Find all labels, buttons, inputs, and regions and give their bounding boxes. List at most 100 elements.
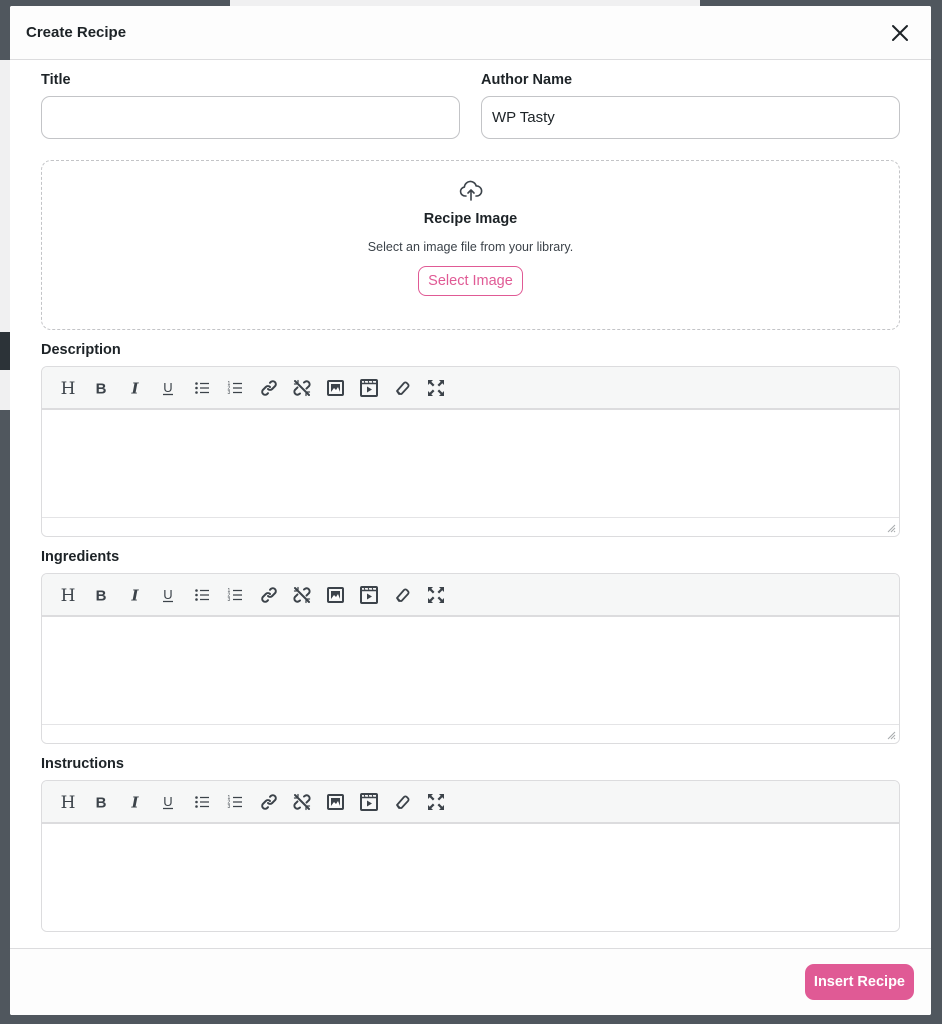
instructions-textarea[interactable] [42, 824, 899, 931]
unlink-icon [293, 793, 311, 810]
svg-text:3: 3 [228, 804, 231, 810]
instructions-section: Instructions H B I U 123 [41, 756, 900, 932]
title-author-row: Title Author Name [41, 72, 900, 139]
italic-button[interactable]: I [118, 373, 152, 403]
resize-grip-icon[interactable] [887, 524, 896, 533]
heading-button[interactable]: H [51, 580, 85, 610]
image-icon [326, 586, 344, 603]
italic-button[interactable]: I [118, 580, 152, 610]
unlink-icon [293, 586, 311, 603]
heading-button[interactable]: H [51, 373, 85, 403]
bold-button[interactable]: B [85, 373, 119, 403]
bullet-list-button[interactable] [185, 580, 219, 610]
bold-button[interactable]: B [85, 580, 119, 610]
underline-icon: U [163, 794, 174, 809]
close-icon [892, 24, 908, 41]
numbered-list-button[interactable]: 123 [219, 373, 253, 403]
description-statusbar [42, 517, 899, 536]
title-field-group: Title [41, 72, 460, 139]
bold-icon: B [96, 587, 107, 603]
svg-text:3: 3 [228, 597, 231, 603]
image-button[interactable] [319, 580, 353, 610]
modal-footer: Insert Recipe [10, 948, 931, 1015]
close-button[interactable] [885, 18, 915, 48]
italic-icon: I [130, 794, 139, 810]
video-icon [360, 378, 379, 397]
svg-text:H: H [60, 793, 75, 811]
modal-title: Create Recipe [26, 24, 127, 41]
ingredients-statusbar [42, 724, 899, 743]
recipe-image-dropzone: Recipe Image Select an image file from y… [41, 160, 900, 330]
eraser-icon [395, 381, 410, 395]
instructions-editor: H B I U 123 [41, 780, 900, 932]
author-input[interactable] [481, 96, 900, 139]
eraser-button[interactable] [386, 787, 420, 817]
underline-button[interactable]: U [152, 787, 186, 817]
numbered-list-icon: 123 [228, 381, 243, 396]
numbered-list-button[interactable]: 123 [219, 580, 253, 610]
video-icon [360, 792, 379, 811]
italic-icon: I [130, 380, 139, 396]
video-button[interactable] [353, 787, 387, 817]
heading-icon: H [60, 793, 75, 811]
description-editor: H B I U 123 [41, 366, 900, 537]
image-icon [326, 379, 344, 396]
eraser-button[interactable] [386, 580, 420, 610]
instructions-toolbar: H B I U 123 [42, 781, 899, 824]
svg-text:H: H [60, 379, 75, 397]
recipe-image-title: Recipe Image [423, 211, 518, 227]
instructions-label: Instructions [41, 756, 124, 772]
link-icon [260, 793, 277, 810]
fullscreen-button[interactable] [420, 787, 454, 817]
heading-icon: H [60, 379, 75, 397]
bullet-list-button[interactable] [185, 373, 219, 403]
link-icon [260, 379, 277, 396]
create-recipe-modal: Create Recipe Title Author Name Recipe I… [10, 6, 931, 1015]
underline-button[interactable]: U [152, 580, 186, 610]
bullet-list-icon [194, 381, 209, 394]
link-icon [260, 586, 277, 603]
ingredients-label: Ingredients [41, 549, 120, 565]
bullet-list-icon [194, 588, 209, 601]
link-button[interactable] [252, 373, 286, 403]
fullscreen-button[interactable] [420, 373, 454, 403]
description-textarea[interactable] [42, 410, 899, 517]
bold-button[interactable]: B [85, 787, 119, 817]
insert-recipe-button[interactable]: Insert Recipe [804, 964, 914, 1000]
svg-text:B: B [96, 380, 107, 396]
heading-button[interactable]: H [51, 787, 85, 817]
title-input[interactable] [41, 96, 460, 139]
unlink-button[interactable] [286, 787, 320, 817]
video-button[interactable] [353, 580, 387, 610]
link-button[interactable] [252, 787, 286, 817]
svg-text:B: B [96, 794, 107, 810]
numbered-list-icon: 123 [228, 795, 243, 810]
underline-icon: U [163, 587, 174, 602]
resize-grip-icon[interactable] [887, 731, 896, 740]
eraser-button[interactable] [386, 373, 420, 403]
video-icon [360, 585, 379, 604]
ingredients-section: Ingredients H B I U 123 [41, 549, 900, 744]
svg-text:I: I [130, 794, 139, 810]
unlink-button[interactable] [286, 373, 320, 403]
select-image-button[interactable]: Select Image [418, 266, 523, 296]
underline-button[interactable]: U [152, 373, 186, 403]
unlink-icon [293, 379, 311, 396]
unlink-button[interactable] [286, 580, 320, 610]
bullet-list-button[interactable] [185, 787, 219, 817]
italic-button[interactable]: I [118, 787, 152, 817]
link-button[interactable] [252, 580, 286, 610]
numbered-list-button[interactable]: 123 [219, 787, 253, 817]
video-button[interactable] [353, 373, 387, 403]
cloud-upload-icon [459, 180, 482, 201]
heading-icon: H [60, 586, 75, 604]
svg-text:U: U [164, 794, 173, 809]
ingredients-textarea[interactable] [42, 617, 899, 724]
fullscreen-button[interactable] [420, 580, 454, 610]
svg-text:I: I [130, 380, 139, 396]
image-button[interactable] [319, 373, 353, 403]
bullet-list-icon [194, 795, 209, 808]
fullscreen-icon [428, 586, 445, 603]
underline-icon: U [163, 380, 174, 395]
image-button[interactable] [319, 787, 353, 817]
